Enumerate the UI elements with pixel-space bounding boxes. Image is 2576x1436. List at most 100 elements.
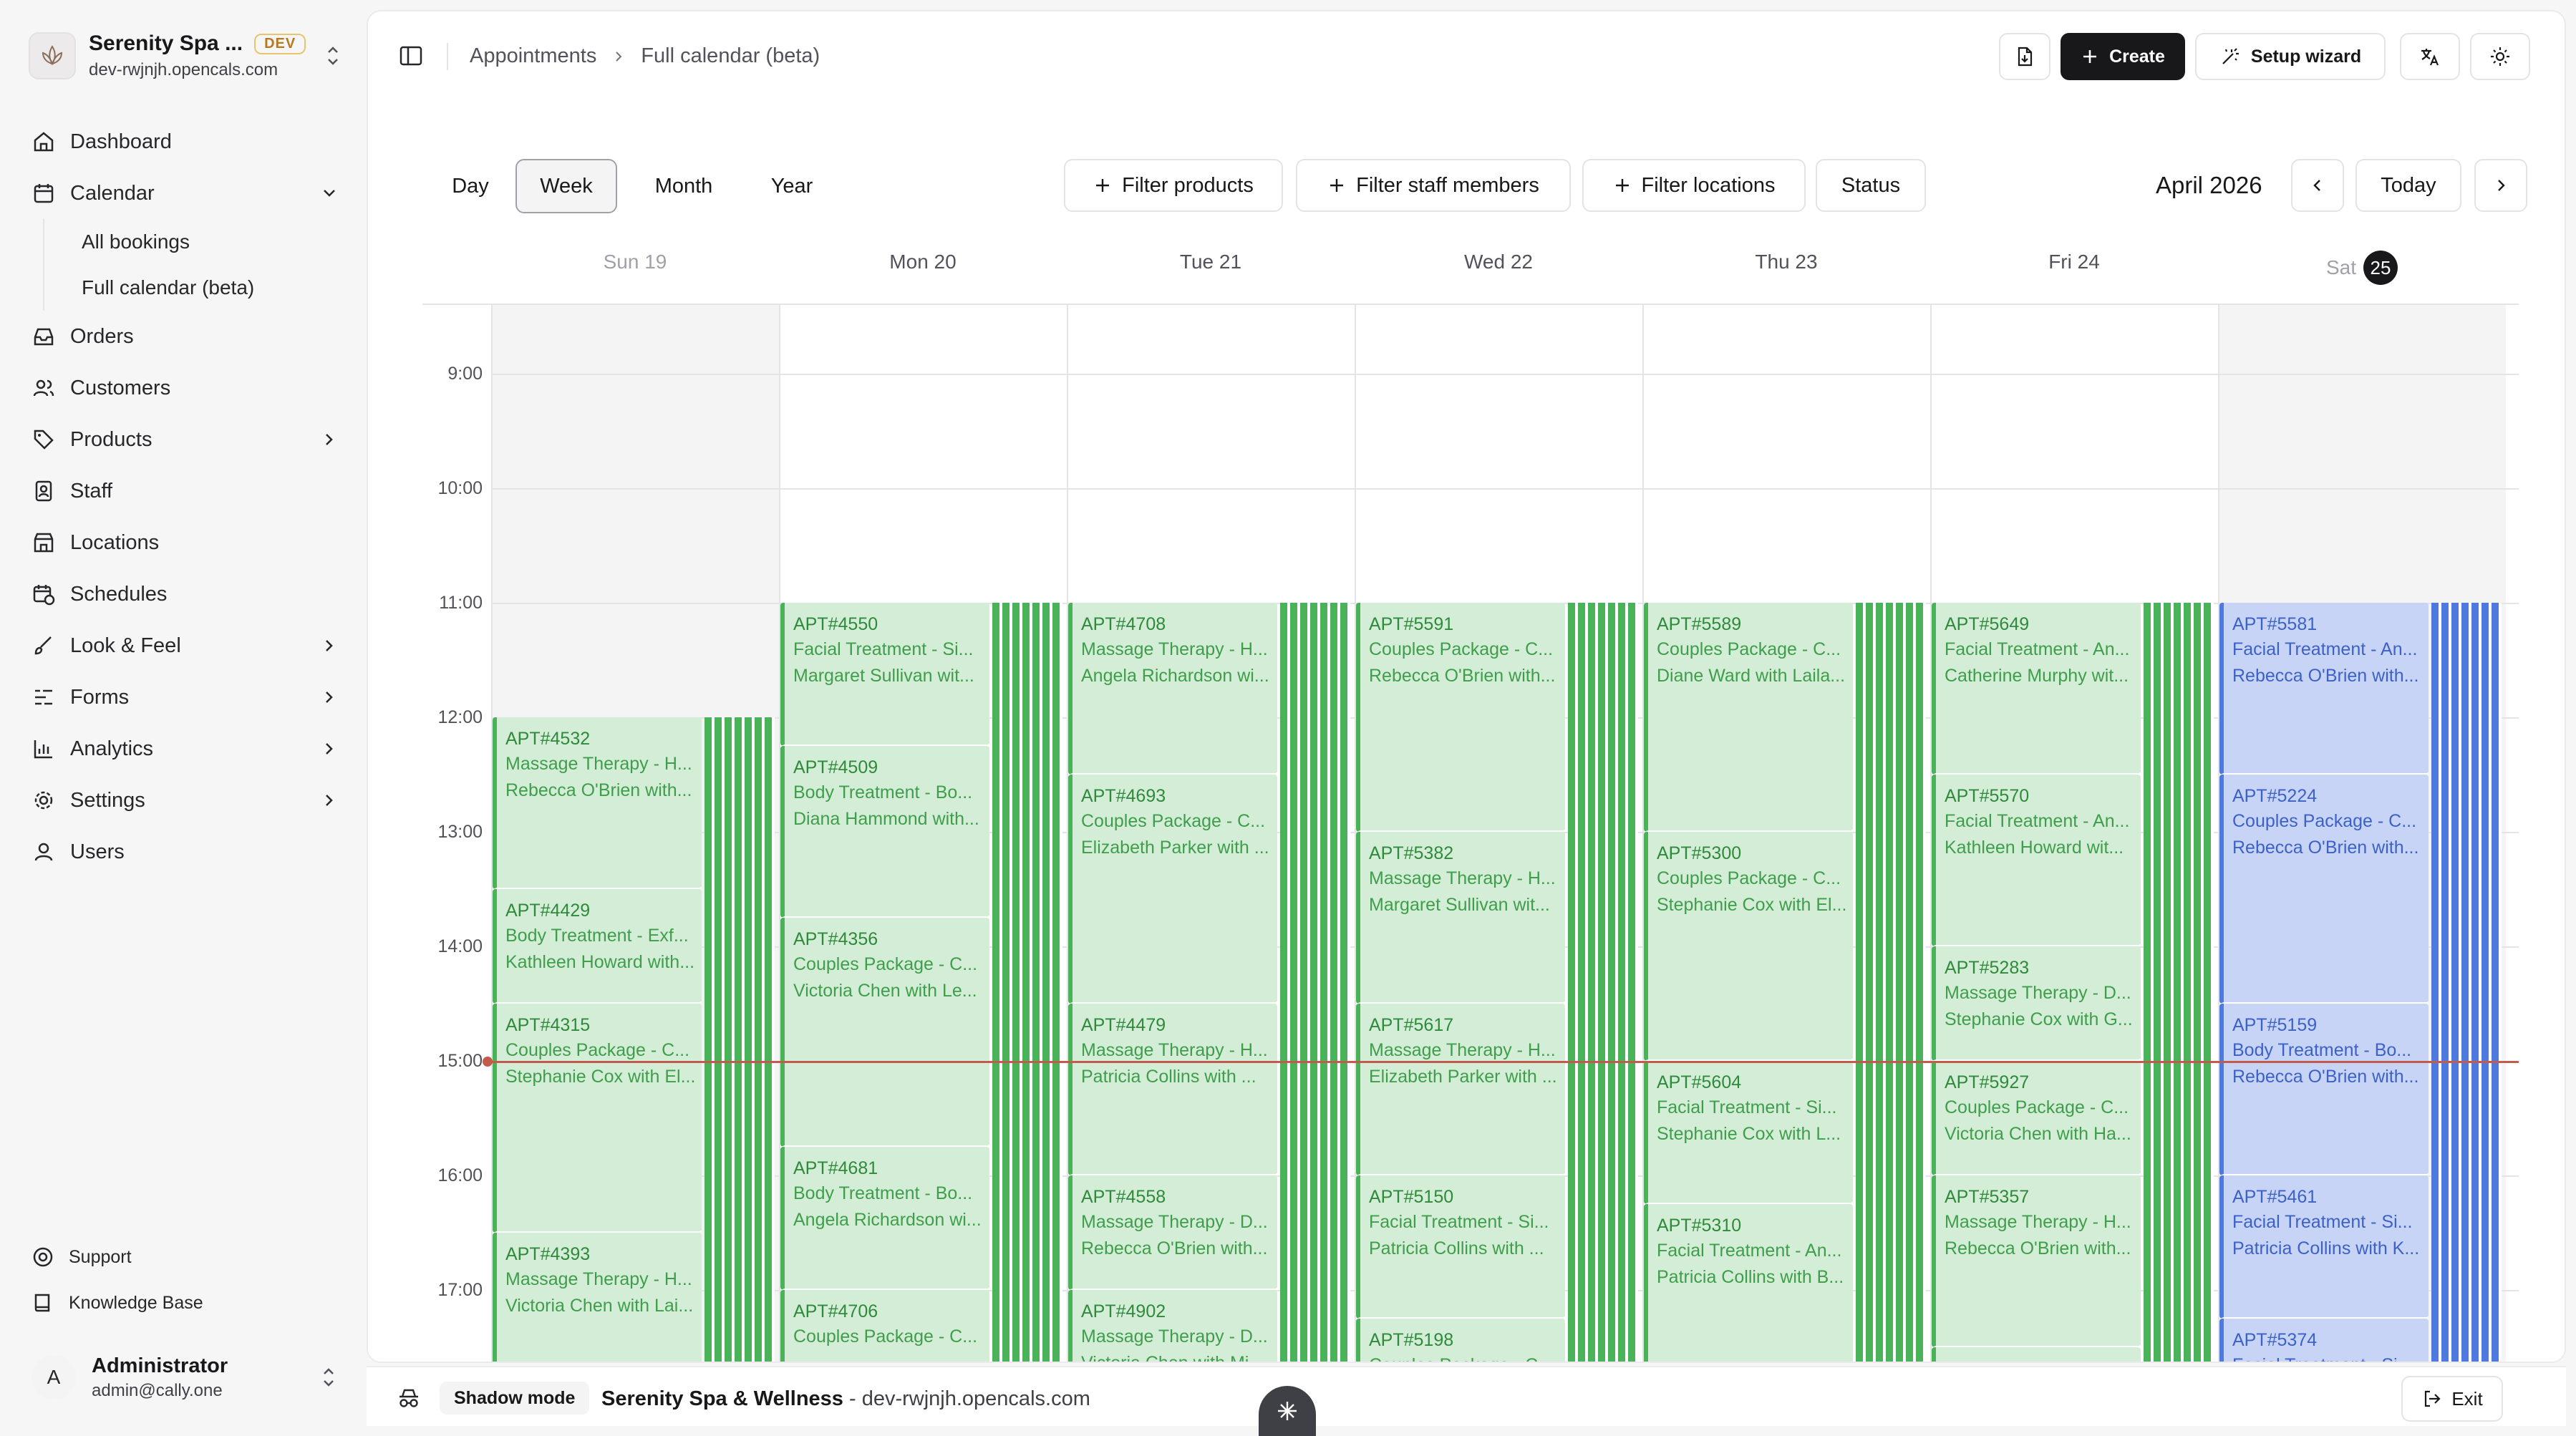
appointment-participants: Rebecca O'Brien with... [505,780,692,800]
filter-staff-button[interactable]: Filter staff members [1296,159,1571,212]
nav-users[interactable]: Users [32,826,339,878]
sidebar-toggle-icon[interactable] [398,43,424,69]
nav-locations[interactable]: Locations [32,517,339,568]
nav-look-feel[interactable]: Look & Feel [32,620,339,671]
nav-staff[interactable]: Staff [32,465,339,517]
appointment-card[interactable]: APT#5589 Couples Package - C... Diane Ward… [1644,603,1853,832]
appointment-card[interactable]: APT#4681 Body Treatment - Bo... Angela Ric… [780,1147,989,1290]
day-header-label: Wed 22 [1464,251,1533,273]
nav-locations-label: Locations [70,530,160,554]
nav-dashboard[interactable]: Dashboard [32,116,339,168]
view-month-button[interactable]: Month [629,159,739,213]
user-email: admin@cally.one [92,1380,223,1400]
appointment-card[interactable]: APT#4532 Massage Therapy - H... Rebecca O'… [493,717,702,889]
day-header: Wed 22 [1355,251,1642,273]
nav-settings[interactable]: Settings [32,775,339,826]
overlapping-bookings[interactable] [1856,603,1926,1362]
appointment-card[interactable]: APT#4706 Couples Package - C... [780,1290,989,1362]
overlapping-bookings[interactable] [1280,603,1350,1362]
appointment-participants: Catherine Murphy wit... [1945,666,2129,686]
org-logo [29,32,76,79]
overlapping-bookings[interactable] [2431,603,2502,1362]
filter-locations-button[interactable]: Filter locations [1582,159,1806,212]
appointment-card[interactable]: APT#4315 Couples Package - C... Stephanie … [493,1004,702,1233]
overlapping-bookings[interactable] [704,717,775,1362]
sidebar: Serenity Spa ... DEV dev-rwjnjh.opencals.… [0,0,365,1436]
status-filter-button[interactable]: Status [1816,159,1926,212]
nav-orders[interactable]: Orders [32,311,339,362]
appointment-service: Couples Package - C... [1081,811,1266,831]
today-button[interactable]: Today [2355,159,2461,212]
appointment-card[interactable]: APT#5382 Massage Therapy - H... Margaret S… [1356,832,1565,1004]
nav-analytics-label: Analytics [70,737,154,760]
appointment-card[interactable]: APT#5604 Facial Treatment - Si... Stephani… [1644,1061,1853,1204]
language-button[interactable] [2400,33,2460,80]
appointment-card[interactable]: APT#4558 Massage Therapy - D... Rebecca O'… [1068,1175,1277,1290]
appointment-card[interactable]: APT#4393 Massage Therapy - H... Victoria C… [493,1233,702,1362]
appointment-id: APT#5283 [1945,958,2030,978]
view-day-button[interactable]: Day [424,159,517,213]
appointment-card[interactable]: APT#5591 Couples Package - C... Rebecca O'… [1356,603,1565,832]
exit-shadow-button[interactable]: Exit [2401,1376,2503,1422]
appointment-card[interactable]: APT#5581 Facial Treatment - An... Rebecca … [2219,603,2429,775]
nav-forms[interactable]: Forms [32,671,339,723]
appointment-card[interactable]: APT#4708 Massage Therapy - H... Angela Ric… [1068,603,1277,775]
overlapping-bookings[interactable] [2144,603,2214,1362]
hour-line [491,374,2519,375]
appointment-card[interactable]: APT#4479 Massage Therapy - H... Patricia C… [1068,1004,1277,1175]
appointment-card[interactable]: APT#5159 Body Treatment - Bo... Rebecca O'… [2219,1004,2429,1175]
appointment-card[interactable]: APT#5198 Couples Package - C... [1356,1319,1565,1362]
appointment-card[interactable]: APT#4429 Body Treatment - Exf... Kathleen … [493,889,702,1004]
export-button[interactable] [1999,33,2050,80]
nav-full-calendar[interactable]: Full calendar (beta) [44,265,339,311]
appointment-card[interactable]: APT#5224 Couples Package - C... Rebecca O'… [2219,775,2429,1004]
setup-wizard-button[interactable]: Setup wizard [2195,33,2386,80]
appointment-card[interactable]: APT#5927 Couples Package - C... Victoria C… [1932,1061,2141,1175]
appointment-card[interactable]: APT#5283 Massage Therapy - D... Stephanie … [1932,946,2141,1061]
overlapping-bookings[interactable] [992,603,1062,1362]
calendar-toolbar: Day Week Month Year Filter products Filt… [368,155,2565,213]
create-button[interactable]: Create [2061,33,2185,80]
appointment-card[interactable]: APT#4550 Facial Treatment - Si... Margaret… [780,603,989,746]
appointment-card[interactable]: APT#4902 Massage Therapy - D... Victoria C… [1068,1290,1277,1362]
appointment-id: APT#4681 [793,1158,878,1178]
filter-products-button[interactable]: Filter products [1064,159,1283,212]
nav-customers[interactable]: Customers [32,362,339,414]
appointment-service: Massage Therapy - H... [1369,868,1556,888]
knowledge-base-link[interactable]: Knowledge Base [32,1280,203,1326]
appointment-card[interactable]: APT#5357 Massage Therapy - H... Rebecca O'… [1932,1175,2141,1347]
appointment-card[interactable]: APT#5461 Facial Treatment - Si... Patricia… [2219,1175,2429,1319]
nav-calendar[interactable]: Calendar [32,168,339,219]
nav-all-bookings[interactable]: All bookings [44,219,339,265]
appointment-card[interactable]: APT#4356 Couples Package - C... Victoria C… [780,918,989,1147]
view-week-button[interactable]: Week [515,159,617,213]
appointment-card[interactable]: APT#5150 Facial Treatment - Si... Patricia… [1356,1175,1565,1319]
appointment-card[interactable]: APT#5310 Facial Treatment - An... Patricia… [1644,1204,1853,1362]
previous-period-button[interactable] [2291,159,2344,212]
appointment-participants: Stephanie Cox with El... [1657,895,1846,915]
org-switcher[interactable]: Serenity Spa ... DEV dev-rwjnjh.opencals.… [29,27,344,84]
appointment-card[interactable]: APT#5649 Facial Treatment - An... Catherin… [1932,603,2141,775]
help-launcher[interactable] [1259,1386,1316,1436]
chevron-right-icon [326,640,333,651]
nav-analytics[interactable]: Analytics [32,723,339,775]
overlapping-bookings[interactable] [1568,603,1638,1362]
appointment-card[interactable]: APT#4693 Couples Package - C... Elizabeth … [1068,775,1277,1004]
nav-schedules[interactable]: Schedules [32,568,339,620]
breadcrumb-appointments[interactable]: Appointments [470,44,596,68]
appointment-card[interactable]: APT#5300 Couples Package - C... Stephanie … [1644,832,1853,1061]
support-link[interactable]: Support [32,1234,203,1280]
appointment-card[interactable]: APT#5374 Facial Treatment - Si... [2219,1319,2429,1362]
appointment-service: Massage Therapy - H... [1369,1040,1556,1060]
nav-products[interactable]: Products [32,414,339,465]
theme-toggle-button[interactable] [2470,33,2530,80]
appointment-card[interactable]: APT#4509 Body Treatment - Bo... Diana Hamm… [780,746,989,918]
user-menu[interactable]: A Administrator admin@cally.one [32,1349,339,1406]
day-header-label: Sun 19 [603,251,667,273]
next-period-button[interactable] [2474,159,2527,212]
user-name: Administrator [92,1354,228,1377]
view-year-button[interactable]: Year [742,159,842,213]
appointment-card[interactable]: APT#5617 Massage Therapy - H... Elizabeth … [1356,1004,1565,1175]
appointment-card[interactable]: APT#5958 [1932,1347,2141,1362]
appointment-card[interactable]: APT#5570 Facial Treatment - An... Kathleen… [1932,775,2141,946]
